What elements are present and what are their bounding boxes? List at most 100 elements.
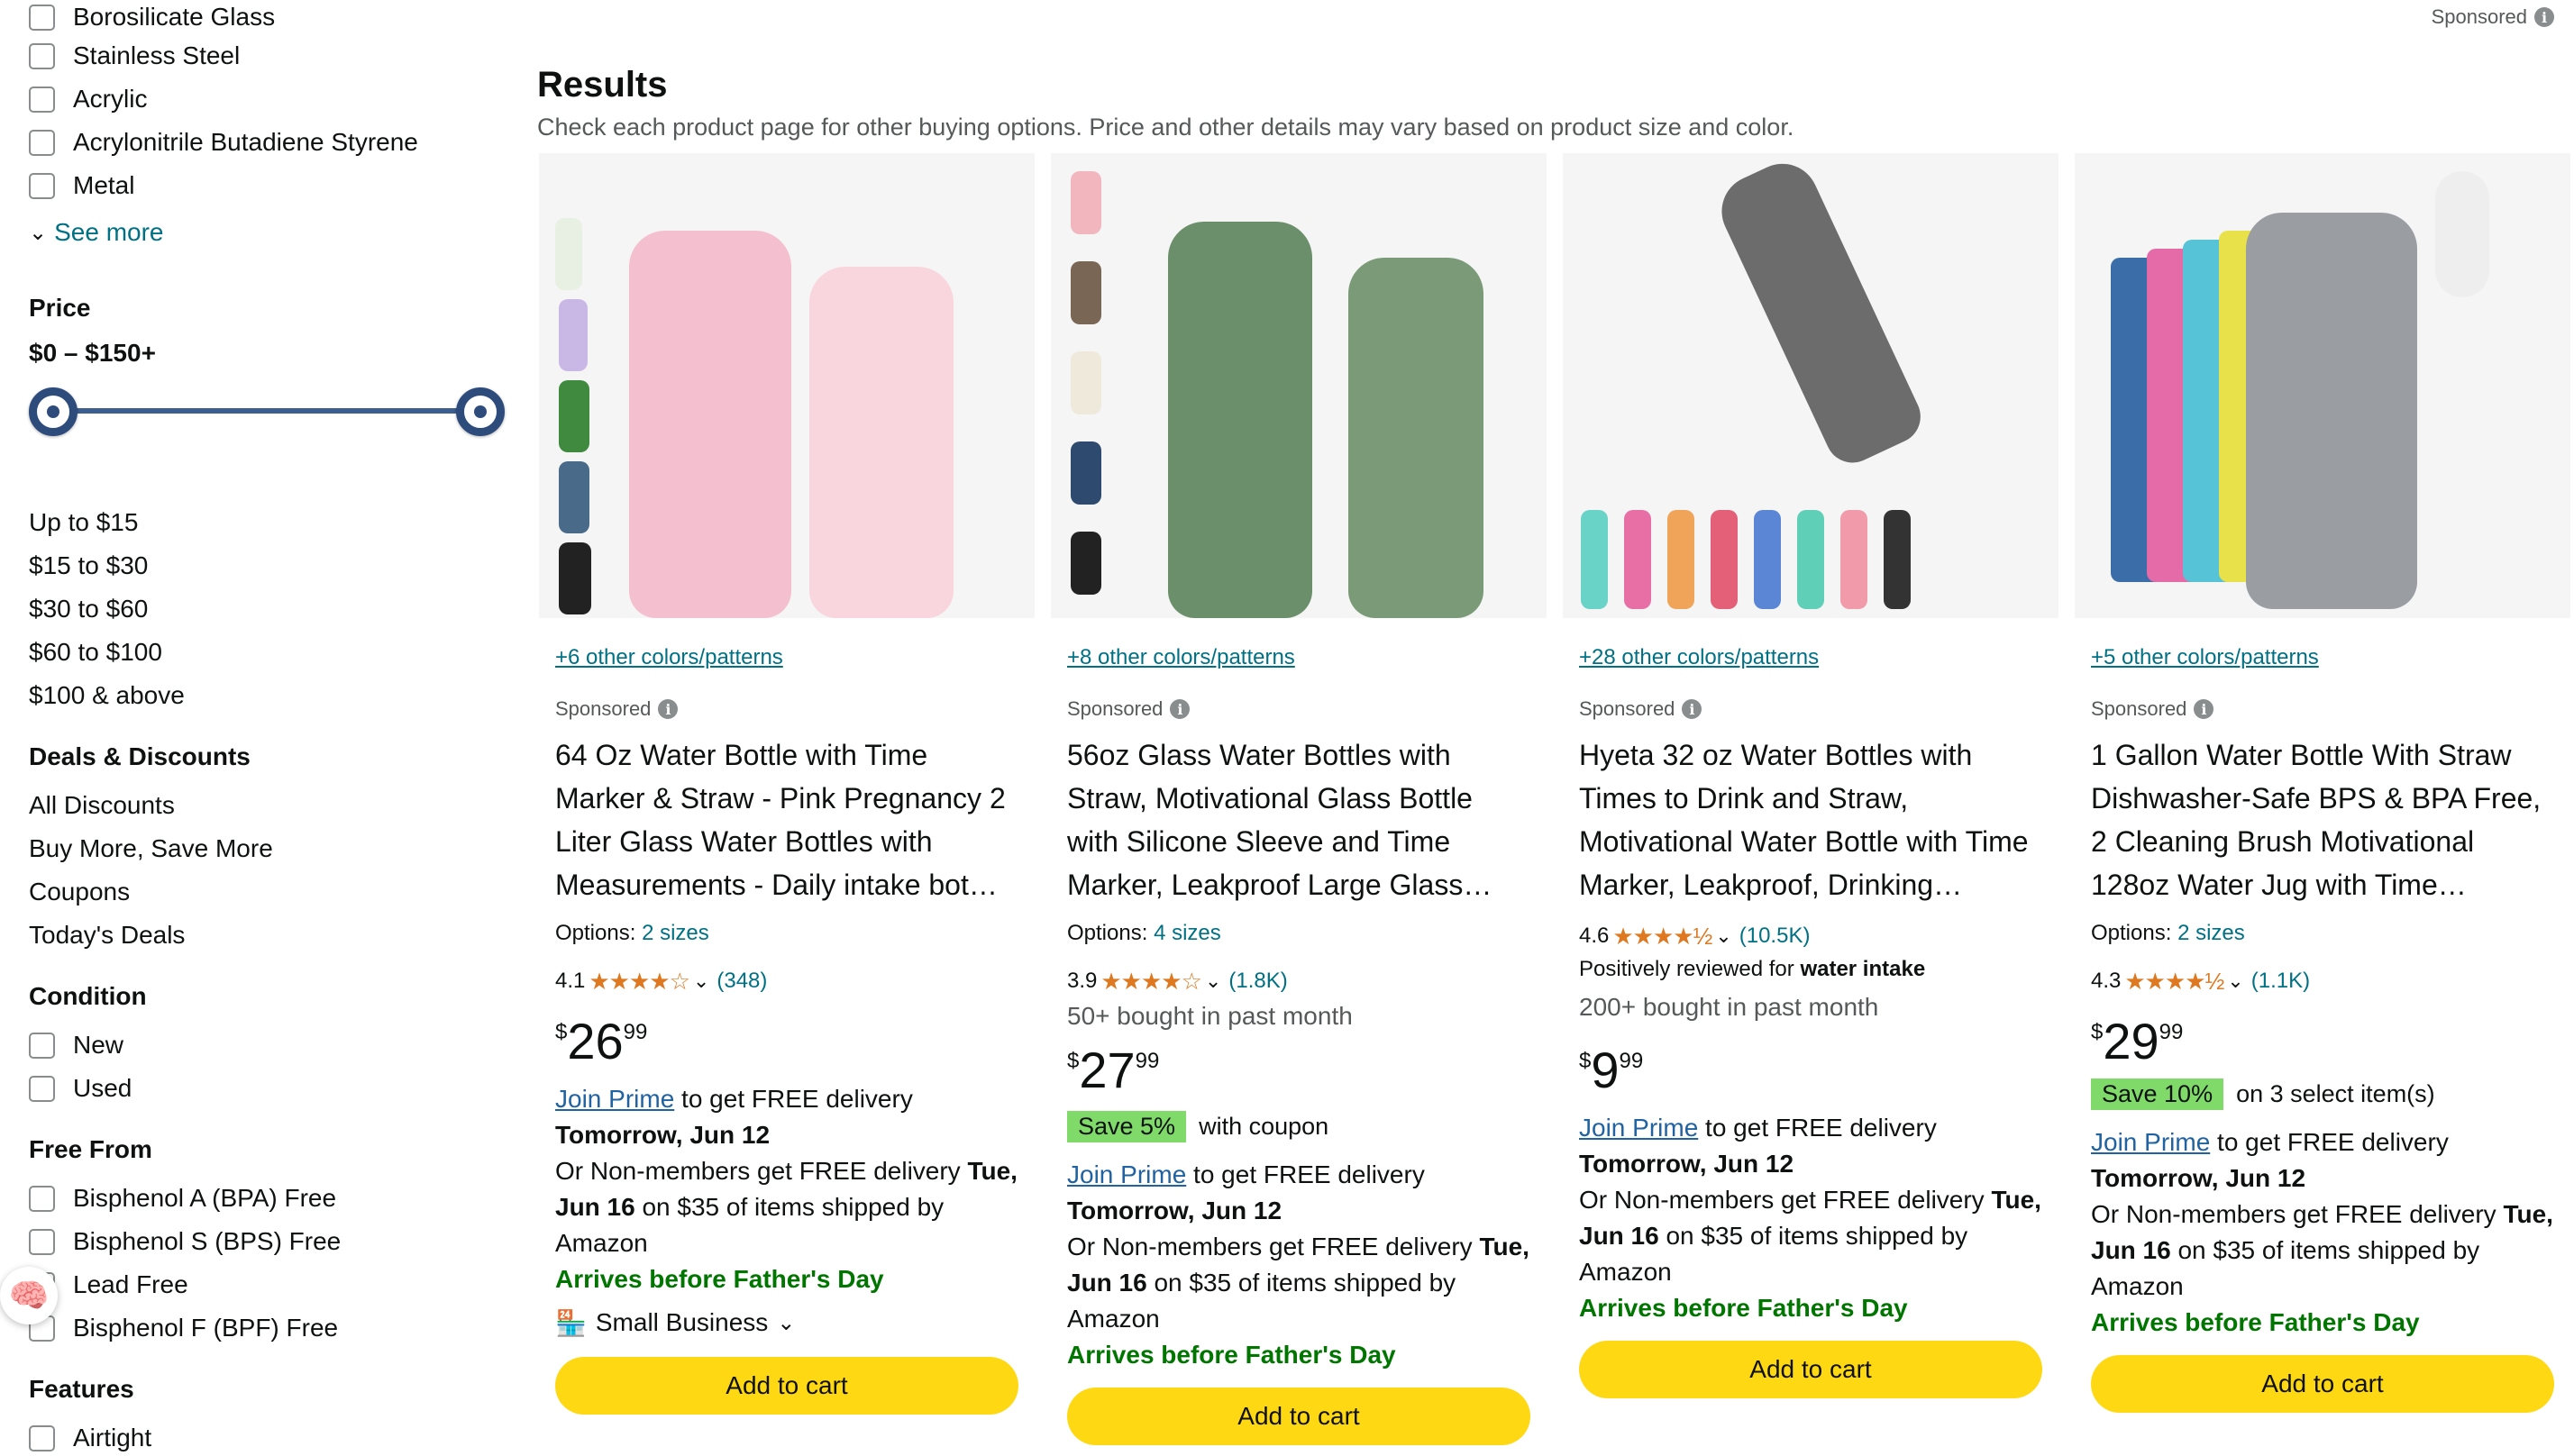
- info-icon: i: [1170, 699, 1191, 719]
- option-label: Bisphenol F (BPF) Free: [73, 1314, 339, 1342]
- join-prime-link[interactable]: Join Prime: [1579, 1114, 1698, 1142]
- join-prime-link[interactable]: Join Prime: [555, 1085, 674, 1113]
- checkbox[interactable]: [29, 172, 55, 199]
- review-count[interactable]: (348): [717, 969, 767, 994]
- product-card: +28 other colors/patterns Sponsored i Hye…: [1563, 153, 2058, 1456]
- rating-value: 3.9: [1067, 969, 1098, 993]
- price-link[interactable]: $100 & above: [29, 674, 516, 717]
- deals-link[interactable]: Buy More, Save More: [29, 827, 516, 870]
- add-to-cart-button[interactable]: Add to cart: [1067, 1388, 1530, 1445]
- delivery-text: to get FREE delivery: [1705, 1114, 1937, 1142]
- condition-option[interactable]: New: [29, 1024, 516, 1067]
- slider-min-handle[interactable]: [29, 387, 78, 436]
- rating-row[interactable]: 4.1 ★★★★☆ ⌄ (348): [555, 966, 1018, 996]
- join-prime-link[interactable]: Join Prime: [1067, 1160, 1186, 1188]
- price-whole: 27: [1079, 1042, 1136, 1098]
- checkbox[interactable]: [29, 1424, 55, 1451]
- features-option[interactable]: Airtight: [29, 1416, 516, 1456]
- free-from-option[interactable]: Bisphenol A (BPA) Free: [29, 1177, 516, 1220]
- other-colors-link[interactable]: +6 other colors/patterns: [555, 645, 1018, 678]
- free-from-option[interactable]: Bisphenol F (BPF) Free: [29, 1306, 516, 1350]
- product-title[interactable]: 64 Oz Water Bottle with Time Marker & St…: [555, 733, 1018, 906]
- options-link[interactable]: 2 sizes: [642, 921, 709, 945]
- product-title[interactable]: Hyeta 32 oz Water Bottles with Times to …: [1579, 733, 2042, 906]
- price: $ 9 99: [1579, 1043, 2042, 1097]
- coupon-row: Save 10% on 3 select item(s): [2091, 1076, 2554, 1112]
- product-image[interactable]: [539, 153, 1035, 618]
- price-fraction: 99: [623, 1020, 648, 1044]
- options-link[interactable]: 4 sizes: [1154, 921, 1221, 945]
- product-image[interactable]: [2075, 153, 2570, 618]
- discount-text[interactable]: on 3 select item(s): [2236, 1080, 2435, 1108]
- chevron-down-icon[interactable]: ⌄: [1715, 924, 1731, 948]
- checkbox[interactable]: [29, 129, 55, 156]
- review-count[interactable]: (1.8K): [1228, 969, 1287, 994]
- sponsored-label[interactable]: Sponsored i: [2432, 5, 2554, 29]
- material-option[interactable]: Acrylonitrile Butadiene Styrene: [29, 121, 516, 164]
- sponsored-label[interactable]: Sponsored i: [1067, 696, 1530, 723]
- price-link[interactable]: $30 to $60: [29, 587, 516, 631]
- material-option[interactable]: Acrylic: [29, 77, 516, 121]
- checkbox[interactable]: [29, 1228, 55, 1255]
- checkbox[interactable]: [29, 1032, 55, 1059]
- slider-max-handle[interactable]: [456, 387, 505, 436]
- add-to-cart-button[interactable]: Add to cart: [2091, 1355, 2554, 1413]
- material-option[interactable]: Borosilicate Glass: [29, 0, 516, 34]
- chevron-down-icon[interactable]: ⌄: [2227, 969, 2243, 993]
- rating-row[interactable]: 4.6 ★★★★½ ⌄ (10.5K): [1579, 921, 2042, 951]
- product-image[interactable]: [1051, 153, 1547, 618]
- color-swatch-image: [1071, 261, 1101, 324]
- sponsored-label[interactable]: Sponsored i: [555, 696, 1018, 723]
- review-count[interactable]: (1.1K): [2251, 969, 2310, 994]
- add-to-cart-button[interactable]: Add to cart: [1579, 1341, 2042, 1398]
- free-from-option[interactable]: Bisphenol S (BPS) Free: [29, 1220, 516, 1263]
- info-icon: i: [2534, 7, 2554, 27]
- condition-option[interactable]: Used: [29, 1067, 516, 1110]
- chevron-down-icon: ⌄: [777, 1310, 796, 1335]
- option-label: Airtight: [73, 1424, 152, 1451]
- small-business-label: Small Business: [595, 1308, 769, 1336]
- price-slider[interactable]: [29, 377, 516, 449]
- product-title[interactable]: 56oz Glass Water Bottles with Straw, Mot…: [1067, 733, 1530, 906]
- bought-in-past-month: 200+ bought in past month: [1579, 993, 1879, 1021]
- sponsored-label[interactable]: Sponsored i: [1579, 696, 2042, 723]
- color-swatch-image: [1797, 510, 1824, 609]
- sponsored-label[interactable]: Sponsored i: [2091, 696, 2554, 723]
- other-colors-link[interactable]: +28 other colors/patterns: [1579, 645, 2042, 678]
- free-from-option[interactable]: Lead Free: [29, 1263, 516, 1306]
- delivery-text: to get FREE delivery: [2217, 1128, 2449, 1156]
- delivery-info: Join Prime to get FREE delivery Tomorrow…: [1579, 1110, 2042, 1290]
- checkbox[interactable]: [29, 86, 55, 113]
- add-to-cart-button[interactable]: Add to cart: [555, 1357, 1018, 1415]
- options-link[interactable]: 2 sizes: [2177, 921, 2245, 945]
- deals-link[interactable]: Today's Deals: [29, 914, 516, 957]
- price-link[interactable]: Up to $15: [29, 501, 516, 544]
- rating-row[interactable]: 4.3 ★★★★½ ⌄ (1.1K): [2091, 966, 2554, 996]
- storefront-icon: 🏪: [555, 1308, 587, 1337]
- other-colors-link[interactable]: +5 other colors/patterns: [2091, 645, 2554, 678]
- material-option[interactable]: Stainless Steel: [29, 34, 516, 77]
- join-prime-link[interactable]: Join Prime: [2091, 1128, 2210, 1156]
- price-link[interactable]: $60 to $100: [29, 631, 516, 674]
- checkbox[interactable]: [29, 1075, 55, 1102]
- price-link[interactable]: $15 to $30: [29, 544, 516, 587]
- material-option[interactable]: Metal: [29, 164, 516, 207]
- options-label: Options:: [1067, 921, 1148, 945]
- deals-link[interactable]: All Discounts: [29, 784, 516, 827]
- checkbox[interactable]: [29, 1185, 55, 1212]
- small-business-badge[interactable]: 🏪 Small Business ⌄: [555, 1303, 1018, 1342]
- checkbox[interactable]: [29, 4, 55, 31]
- assistant-brain-icon[interactable]: 🧠: [0, 1267, 58, 1324]
- checkbox[interactable]: [29, 42, 55, 69]
- bottle-image: [1710, 153, 1930, 472]
- chevron-down-icon[interactable]: ⌄: [693, 969, 709, 993]
- product-title[interactable]: 1 Gallon Water Bottle With Straw Dishwas…: [2091, 733, 2554, 906]
- review-count[interactable]: (10.5K): [1739, 924, 1811, 949]
- nonmember-text: Or Non-members get FREE delivery: [555, 1157, 961, 1185]
- see-more-link[interactable]: ⌄ See more: [29, 214, 516, 250]
- rating-row[interactable]: 3.9 ★★★★☆ ⌄ (1.8K): [1067, 966, 1530, 996]
- chevron-down-icon[interactable]: ⌄: [1205, 969, 1221, 993]
- product-image[interactable]: [1563, 153, 2058, 618]
- deals-link[interactable]: Coupons: [29, 870, 516, 914]
- other-colors-link[interactable]: +8 other colors/patterns: [1067, 645, 1530, 678]
